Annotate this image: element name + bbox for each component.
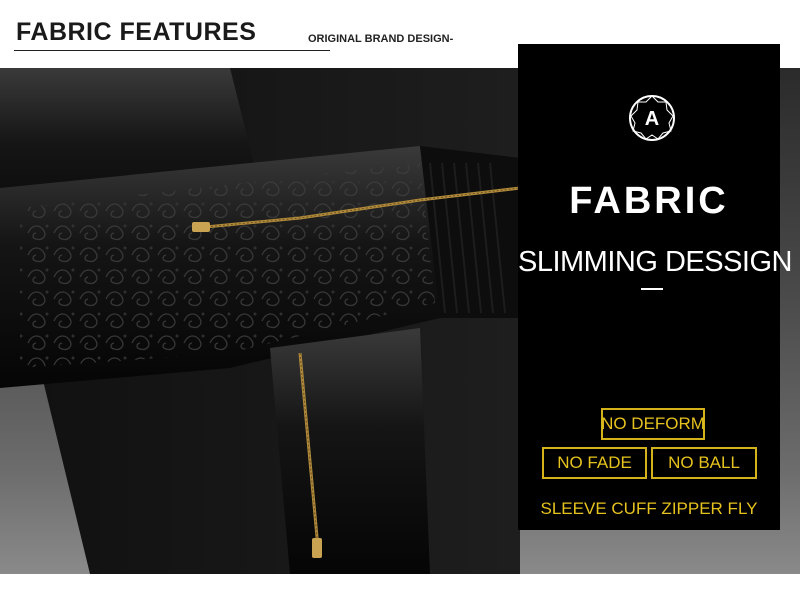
tag-no-ball: NO BALL xyxy=(651,447,757,479)
page-title: FABRIC FEATURES xyxy=(16,18,257,46)
panel-heading: FABRIC xyxy=(569,180,729,222)
panel-subheading: SLIMMING DESSIGN xyxy=(518,246,793,278)
badge-letter: A xyxy=(645,108,659,130)
brand-tagline: ORIGINAL BRAND DESIGN- xyxy=(308,33,454,45)
tag-no-fade: NO FADE xyxy=(542,447,647,479)
tag-no-deform: NO DEFORM xyxy=(601,408,705,440)
heading-divider xyxy=(641,288,663,290)
title-underline xyxy=(14,50,330,51)
badge-a-icon: A xyxy=(627,93,677,143)
panel-caption: SLEEVE CUFF ZIPPER FLY xyxy=(540,499,758,518)
bottom-border xyxy=(0,574,800,590)
